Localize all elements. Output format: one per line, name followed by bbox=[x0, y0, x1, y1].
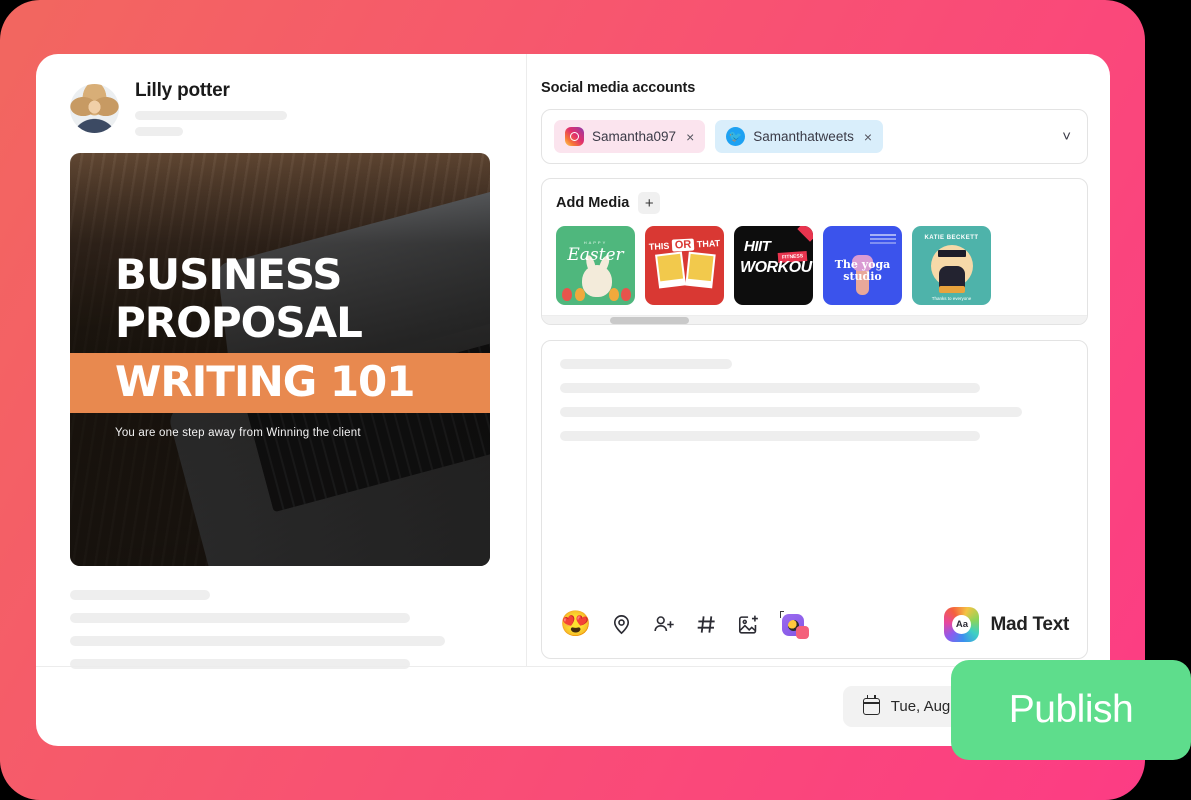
scrollbar-thumb[interactable] bbox=[610, 317, 689, 324]
media-thumbnail[interactable]: KATIE BECKETT Thanks to everyone bbox=[912, 226, 991, 305]
avatar bbox=[70, 83, 119, 133]
media-header: Add Media + bbox=[542, 192, 1087, 214]
media-thumbnail[interactable]: The yoga studio bbox=[823, 226, 902, 305]
add-media-button[interactable]: + bbox=[638, 192, 661, 214]
mad-text-logo-icon: Aa bbox=[944, 607, 980, 642]
decor-lines bbox=[870, 234, 896, 236]
egg-icon bbox=[609, 288, 619, 301]
thumb-subtitle: WORKOUT bbox=[740, 259, 813, 276]
media-section: Add Media + HAPPY Easter THIS OR THAT HI… bbox=[541, 178, 1088, 325]
close-icon[interactable]: × bbox=[864, 129, 872, 145]
add-media-label: Add Media bbox=[556, 195, 630, 211]
skeleton-line bbox=[560, 383, 980, 393]
chevron-down-icon[interactable]: ˅ bbox=[1062, 128, 1075, 145]
polaroid-icon bbox=[655, 251, 686, 289]
media-thumbnail[interactable]: THIS OR THAT bbox=[645, 226, 724, 305]
logo-aa-text: Aa bbox=[952, 615, 972, 634]
post-text-overlay: BUSINESS PROPOSAL WRITING 101 You are on… bbox=[70, 153, 490, 566]
graduation-gown bbox=[938, 266, 965, 288]
account-handle: Samanthatweets bbox=[753, 129, 854, 144]
skeleton-line bbox=[70, 613, 410, 623]
skeleton-line bbox=[560, 407, 1022, 417]
caption-editor[interactable]: 😍 Aa Mad Text bbox=[541, 340, 1088, 659]
add-image-icon[interactable] bbox=[737, 613, 761, 636]
thumb-subtitle: Thanks to everyone bbox=[931, 296, 972, 301]
account-chip-twitter[interactable]: 🐦 Samanthatweets × bbox=[715, 120, 884, 153]
thumb-cta-button bbox=[938, 286, 965, 293]
profile-name: Lilly potter bbox=[135, 80, 230, 101]
screenshot-stage: Lilly potter BUSINESS PROPOSAL WRITING 1… bbox=[0, 0, 1191, 800]
profile-meta: Lilly potter bbox=[135, 80, 492, 136]
brand-name: Mad Text bbox=[990, 613, 1069, 635]
egg-icon bbox=[621, 288, 631, 301]
profile-row: Lilly potter bbox=[70, 80, 492, 136]
post-title-line1: BUSINESS bbox=[115, 250, 342, 299]
media-thumbnail-list: HAPPY Easter THIS OR THAT HIIT FITNESS W… bbox=[542, 226, 1087, 315]
skeleton-line bbox=[560, 431, 980, 441]
composer-panel: Social media accounts Samantha097 × 🐦 Sa… bbox=[527, 54, 1110, 666]
egg-icon bbox=[562, 288, 572, 301]
media-thumbnail[interactable]: HIIT FITNESS WORKOUT bbox=[734, 226, 813, 305]
skeleton-line bbox=[70, 636, 445, 646]
corner-accent bbox=[797, 226, 813, 242]
card-body: Lilly potter BUSINESS PROPOSAL WRITING 1… bbox=[36, 54, 1110, 669]
accounts-section-title: Social media accounts bbox=[541, 80, 696, 96]
bunny-icon bbox=[582, 265, 612, 297]
graduation-cap-icon bbox=[937, 250, 966, 257]
composer-card: Lilly potter BUSINESS PROPOSAL WRITING 1… bbox=[36, 54, 1110, 746]
location-icon[interactable] bbox=[610, 613, 633, 636]
media-scrollbar[interactable] bbox=[542, 315, 1087, 324]
profile-skeleton-line bbox=[135, 127, 183, 136]
accounts-selector[interactable]: Samantha097 × 🐦 Samanthatweets × ˅ bbox=[541, 109, 1088, 164]
polaroid-icon bbox=[685, 251, 716, 289]
skeleton-line bbox=[560, 359, 732, 369]
media-thumbnail[interactable]: HAPPY Easter bbox=[556, 226, 635, 305]
account-handle: Samantha097 bbox=[592, 129, 677, 144]
profile-skeleton-line bbox=[135, 111, 287, 120]
skeleton-line bbox=[70, 590, 210, 600]
mad-text-brand[interactable]: Aa Mad Text bbox=[944, 607, 1069, 642]
post-title-line2: PROPOSAL bbox=[115, 298, 363, 347]
thumb-title: KATIE BECKETT bbox=[924, 235, 979, 241]
hashtag-icon[interactable] bbox=[695, 613, 718, 636]
account-chip-instagram[interactable]: Samantha097 × bbox=[554, 120, 706, 153]
post-highlight-text: WRITING 101 bbox=[70, 353, 490, 413]
mention-user-icon[interactable] bbox=[652, 613, 676, 636]
card-footer: Tue, Aug 18 at 10:45PM bbox=[36, 666, 1110, 746]
thumb-title: The yoga studio bbox=[834, 258, 891, 283]
post-subtitle: You are one step away from Winning the c… bbox=[115, 427, 361, 439]
instagram-icon bbox=[565, 127, 584, 146]
calendar-icon bbox=[862, 695, 880, 715]
twitter-icon: 🐦 bbox=[726, 127, 746, 146]
post-caption-skeleton bbox=[70, 590, 492, 669]
caption-skeleton bbox=[560, 359, 1069, 455]
publish-button[interactable]: Publish bbox=[951, 660, 1191, 760]
toolbar-icons: 😍 bbox=[560, 610, 810, 639]
post-image[interactable]: BUSINESS PROPOSAL WRITING 101 You are on… bbox=[70, 153, 490, 566]
emoji-icon[interactable]: 😍 bbox=[560, 612, 591, 637]
thumb-title: Easter bbox=[567, 245, 624, 265]
egg-icon bbox=[575, 288, 585, 301]
post-preview-panel: Lilly potter BUSINESS PROPOSAL WRITING 1… bbox=[36, 54, 527, 669]
camera-badge bbox=[796, 625, 810, 639]
camera-app-icon[interactable] bbox=[780, 610, 810, 639]
editor-toolbar: 😍 Aa Mad Text bbox=[560, 607, 1069, 658]
thumb-title: HIIT bbox=[744, 238, 771, 255]
thumb-title: THIS OR THAT bbox=[648, 238, 721, 252]
close-icon[interactable]: × bbox=[686, 129, 694, 145]
